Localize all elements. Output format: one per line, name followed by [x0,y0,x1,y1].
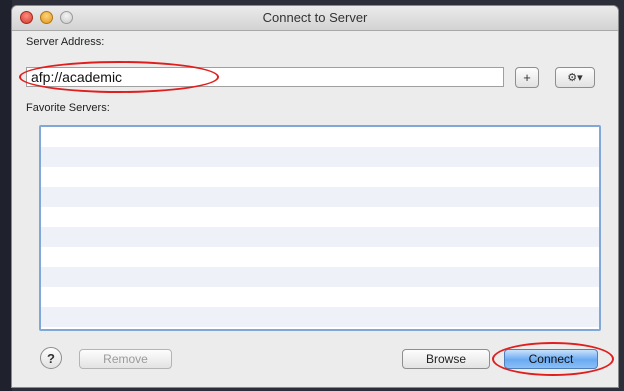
server-address-label: Server Address: [26,36,105,48]
favorite-servers-list[interactable] [39,125,601,331]
add-icon: + [523,70,531,85]
add-favorite-button[interactable]: + [515,67,539,88]
help-icon: ? [47,350,55,366]
title-bar[interactable]: Connect to Server [12,6,618,31]
browse-button[interactable]: Browse [402,349,490,369]
window-title: Connect to Server [262,10,368,25]
background-strip [0,0,12,391]
server-address-input[interactable] [26,67,504,87]
connect-to-server-window: Connect to Server Server Address: + ⚙▾ F… [12,6,618,387]
action-menu-button[interactable]: ⚙▾ [555,67,595,88]
remove-button[interactable]: Remove [79,349,172,369]
help-button[interactable]: ? [40,347,62,369]
favorite-servers-label: Favorite Servers: [26,102,110,114]
action-gear-icon: ⚙▾ [567,72,583,84]
connect-button[interactable]: Connect [504,349,598,369]
